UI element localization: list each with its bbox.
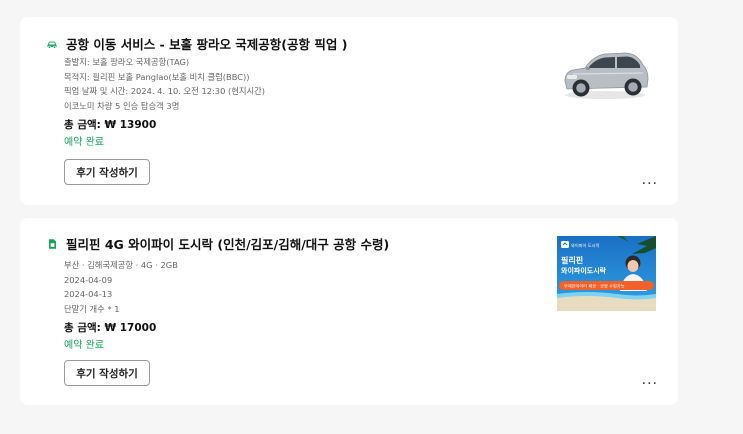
detail-end-date: 2024-04-13: [64, 289, 113, 300]
order-card-wifi-rental: 필리핀 4G 와이파이 도시락 (인천/김포/김해/대구 공항 수령) 부산 ·…: [20, 218, 678, 405]
detail-pickup-location: 부산 · 김해국제공항 · 4G · 2GB: [64, 260, 178, 270]
write-review-button[interactable]: 후기 작성하기: [64, 360, 150, 386]
order-title-row: 필리핀 4G 와이파이 도시락 (인천/김포/김해/대구 공항 수령): [46, 234, 389, 253]
order-title-row: 공항 이동 서비스 - 보홀 팡라오 국제공항(공항 픽업 ): [46, 34, 347, 53]
sim-card-icon: [49, 238, 56, 249]
detail-destination: 목적지: 필리핀 보홀 Panglao(보홀 비치 클럽(BBC)): [64, 71, 250, 82]
thumbnail-brand: 와이파이 도시락: [571, 242, 599, 249]
detail-start-date: 2024-04-09: [64, 274, 113, 285]
detail-device-count: 단말기 개수 * 1: [64, 303, 120, 314]
detail-vehicle: 이코노미 차량 5 인승 탑승객 3명: [64, 100, 180, 111]
order-details: 부산 · 김해국제공항 · 4G · 2GB 2024-04-09 2024-0…: [64, 258, 178, 353]
detail-departure: 출발지: 보홀 팡라오 국제공항(TAG): [64, 57, 190, 67]
order-title[interactable]: 필리핀 4G 와이파이 도시락 (인천/김포/김해/대구 공항 수령): [66, 234, 389, 253]
order-status: 예약 완료: [64, 137, 104, 149]
wifi-product-thumbnail[interactable]: 와이파이 도시락 필리핀 와이파이도시락 무제한데이터 제공 · 공항 수령가능: [557, 236, 656, 311]
thumbnail-banner: 무제한데이터 제공 · 공항 수령가능: [564, 282, 625, 289]
order-total: 총 금액: ₩ 13900: [64, 119, 157, 132]
write-review-button[interactable]: 후기 작성하기: [64, 159, 150, 185]
order-title[interactable]: 공항 이동 서비스 - 보홀 팡라오 국제공항(공항 픽업 ): [66, 34, 347, 53]
thumbnail-headline-1: 필리핀: [561, 255, 583, 265]
detail-pickup-time: 픽업 날짜 및 시간: 2024. 4. 10. 오전 12:30 (현지시간): [64, 86, 266, 97]
order-details: 출발지: 보홀 팡라오 국제공항(TAG) 목적지: 필리핀 보홀 Pangla…: [64, 55, 265, 150]
car-thumbnail[interactable]: [555, 37, 655, 103]
order-status: 예약 완료: [64, 340, 104, 352]
more-options-button[interactable]: ···: [642, 377, 658, 391]
order-card-airport-transfer: 공항 이동 서비스 - 보홀 팡라오 국제공항(공항 픽업 ) 출발지: 보홀 …: [20, 17, 678, 205]
car-icon: [47, 41, 57, 49]
thumbnail-headline-2: 와이파이도시락: [561, 266, 607, 275]
order-total: 총 금액: ₩ 17000: [64, 322, 157, 335]
more-options-button[interactable]: ···: [642, 177, 658, 191]
